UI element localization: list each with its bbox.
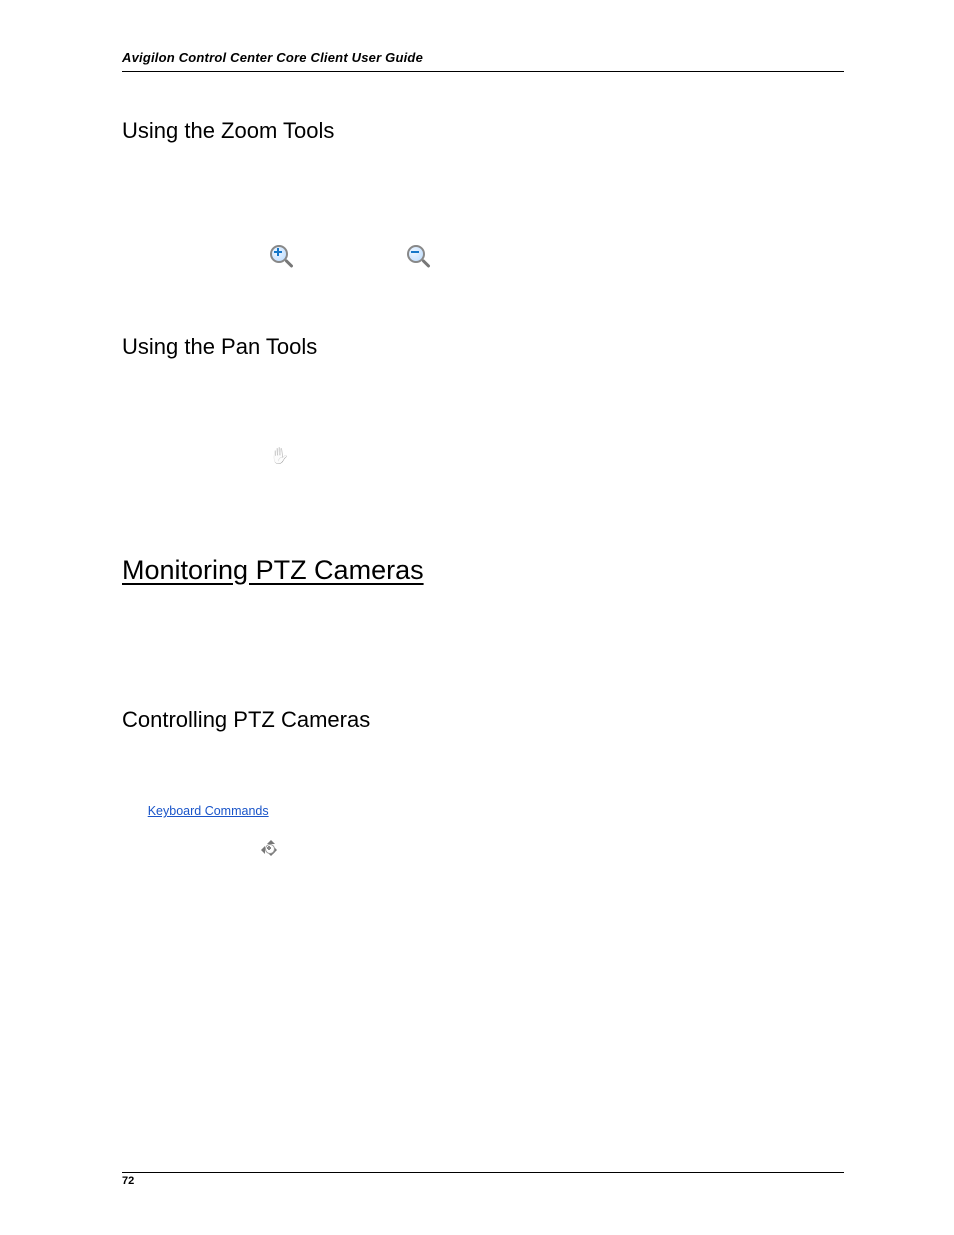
controlling-ptz-intro: Pan, Tilt, Zoom (PTZ) controls allow you… (122, 751, 844, 790)
zoom-note-text: Note: You can use the PTZ Tools to contr… (148, 196, 589, 210)
controlling-ptz-step-1-post: . PTZ controls are now enabled in image … (287, 840, 721, 854)
controlling-ptz-bullet-1: In the image panel, drag your mouse from… (148, 980, 844, 1023)
zoom-step-1-pre: On the toolbar, select (148, 248, 270, 262)
controlling-ptz-note: Note: The controls may appear differentl… (148, 897, 844, 936)
heading-zoom-tools: Using the Zoom Tools (122, 118, 844, 144)
zoom-intro: The zoom tools allow you to digitally zo… (122, 162, 844, 181)
zoom-note: Note: You can use the PTZ Tools to contr… (148, 194, 844, 233)
pan-step-2: Drag the video image in any direction in… (148, 463, 844, 484)
pan-step-1-pre: On the toolbar, select (148, 445, 270, 459)
controlling-ptz-step-1: In the toolbar, click . PTZ controls are… (148, 834, 844, 862)
controlling-ptz-steps: In the toolbar, click . PTZ controls are… (122, 834, 844, 883)
page-number: 72 (122, 1175, 134, 1187)
pan-intro: Pan tools allow you to pan across the vi… (122, 378, 844, 397)
pan-step-1: On the toolbar, select . (148, 442, 844, 463)
running-header: Avigilon Control Center Core Client User… (122, 50, 844, 72)
ptz-support-note: Be aware that some of tools and features… (122, 642, 844, 661)
see-pre: See (122, 804, 148, 818)
pan-steps: On the toolbar, select . Drag the video … (122, 442, 844, 485)
heading-pan-tools: Using the Pan Tools (122, 334, 844, 360)
controlling-ptz-step-1-pre: In the toolbar, click (148, 840, 255, 854)
controlling-ptz-bullets: In the image panel, drag your mouse from… (122, 980, 844, 1023)
zoom-step-2: Click the image panel until you reach th… (148, 267, 844, 288)
pan-note: Note: You can use the PTZ Tools to pan t… (148, 410, 844, 429)
zoom-out-icon (407, 245, 429, 267)
heading-controlling-ptz: Controlling PTZ Cameras (122, 707, 844, 733)
zoom-step-1-mid: to zoom in or select (295, 248, 407, 262)
heading-monitoring-ptz: Monitoring PTZ Cameras (122, 555, 844, 586)
controlling-ptz-step-2: In the image panel, click to display the… (148, 862, 844, 883)
zoom-steps: On the toolbar, select to zoom in or sel… (122, 245, 844, 288)
zoom-step-1-end: to zoom out. (432, 248, 501, 262)
keyboard-commands-link[interactable]: Keyboard Commands (148, 804, 269, 818)
pan-note-link: See Monitoring PTZ Cameras for more info… (518, 412, 802, 426)
controlling-ptz-see: See Keyboard Commands for other ways to … (122, 802, 844, 821)
pan-note-text: Note: You can use the PTZ Tools to pan t… (148, 412, 518, 426)
controlling-ptz-trailer: To pan or tilt, perform one of the follo… (122, 949, 844, 968)
pan-step-1-post: . (293, 445, 296, 459)
ptz-directional-icon (255, 834, 283, 862)
see-post: for other ways to use the PTZ controls. (272, 804, 487, 818)
page-footer: 72 (122, 1172, 844, 1187)
pan-hand-icon (270, 443, 290, 463)
ptz-intro: PTZ cameras can be controlled through th… (122, 610, 844, 629)
zoom-step-1: On the toolbar, select to zoom in or sel… (148, 245, 844, 267)
zoom-in-icon (270, 245, 292, 267)
